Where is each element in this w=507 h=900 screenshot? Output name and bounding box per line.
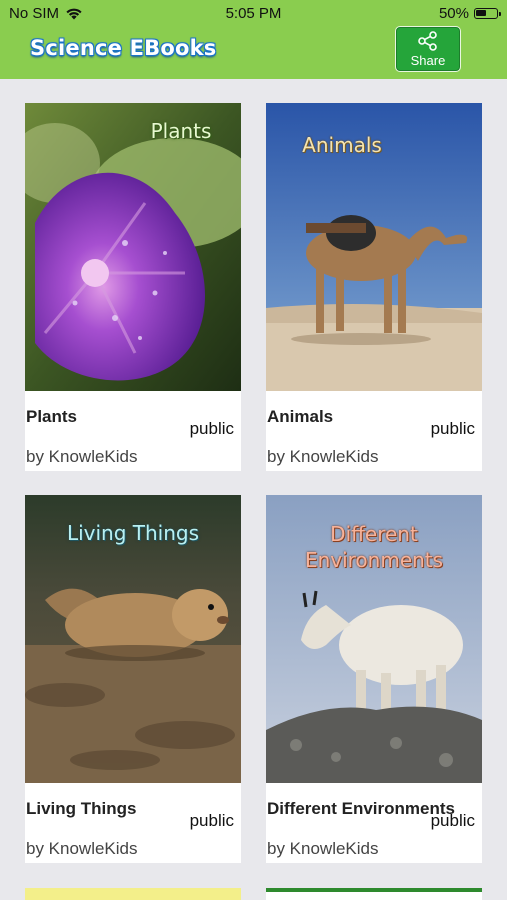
status-bar: No SIM 5:05 PM 50%: [0, 0, 507, 26]
share-button[interactable]: Share: [395, 26, 461, 72]
share-label: Share: [410, 52, 446, 68]
cover-title-line: Environments: [304, 548, 444, 572]
cover-title: Plants: [150, 119, 212, 143]
book-info: Living Things public by KnowleKids: [25, 783, 241, 863]
book-cover-image[interactable]: Different Environments: [266, 495, 482, 783]
book-author: by KnowleKids: [26, 447, 138, 466]
cover-title-line: Different: [330, 522, 418, 546]
visibility-label: public: [430, 419, 475, 438]
app-title: Science EBooks: [30, 36, 217, 60]
book-cover-image[interactable]: Living Things: [25, 495, 241, 783]
cover-title: Animals: [302, 133, 382, 157]
clock: 5:05 PM: [225, 5, 282, 22]
book-cover-image[interactable]: Animals: [266, 103, 482, 391]
book-card[interactable]: Different Environments Different Environ…: [266, 495, 482, 863]
battery-icon: [474, 8, 501, 19]
book-title: Different Environments: [267, 799, 455, 818]
visibility-label: public: [430, 811, 475, 830]
book-info: Animals public by KnowleKids: [266, 391, 482, 471]
book-title: Animals: [267, 407, 334, 426]
battery-percent: 50%: [438, 5, 469, 22]
app-header: No SIM 5:05 PM 50% Science EBooks Share: [0, 0, 507, 79]
book-card-partial[interactable]: [266, 888, 482, 900]
book-author: by KnowleKids: [26, 839, 138, 858]
share-icon: [418, 30, 437, 51]
book-card[interactable]: Animals Animals public by KnowleKids: [266, 103, 482, 471]
book-author: by KnowleKids: [267, 839, 379, 858]
visibility-label: public: [189, 811, 234, 830]
cover-title: Different Environments: [266, 521, 482, 573]
book-title: Living Things: [26, 799, 137, 818]
cover-title: Living Things: [66, 521, 200, 545]
book-card[interactable]: Plants Plants public by KnowleKids: [25, 103, 241, 471]
book-card[interactable]: Living Things Living Things public by Kn…: [25, 495, 241, 863]
book-title: Plants: [26, 407, 78, 426]
book-author: by KnowleKids: [267, 447, 379, 466]
book-card-partial[interactable]: [25, 888, 241, 900]
book-info: Different Environments public by KnowleK…: [266, 783, 482, 863]
visibility-label: public: [189, 419, 234, 438]
book-info: Plants public by KnowleKids: [25, 391, 241, 471]
book-cover-image[interactable]: Plants: [25, 103, 241, 391]
battery-indicator: 50%: [438, 5, 501, 22]
